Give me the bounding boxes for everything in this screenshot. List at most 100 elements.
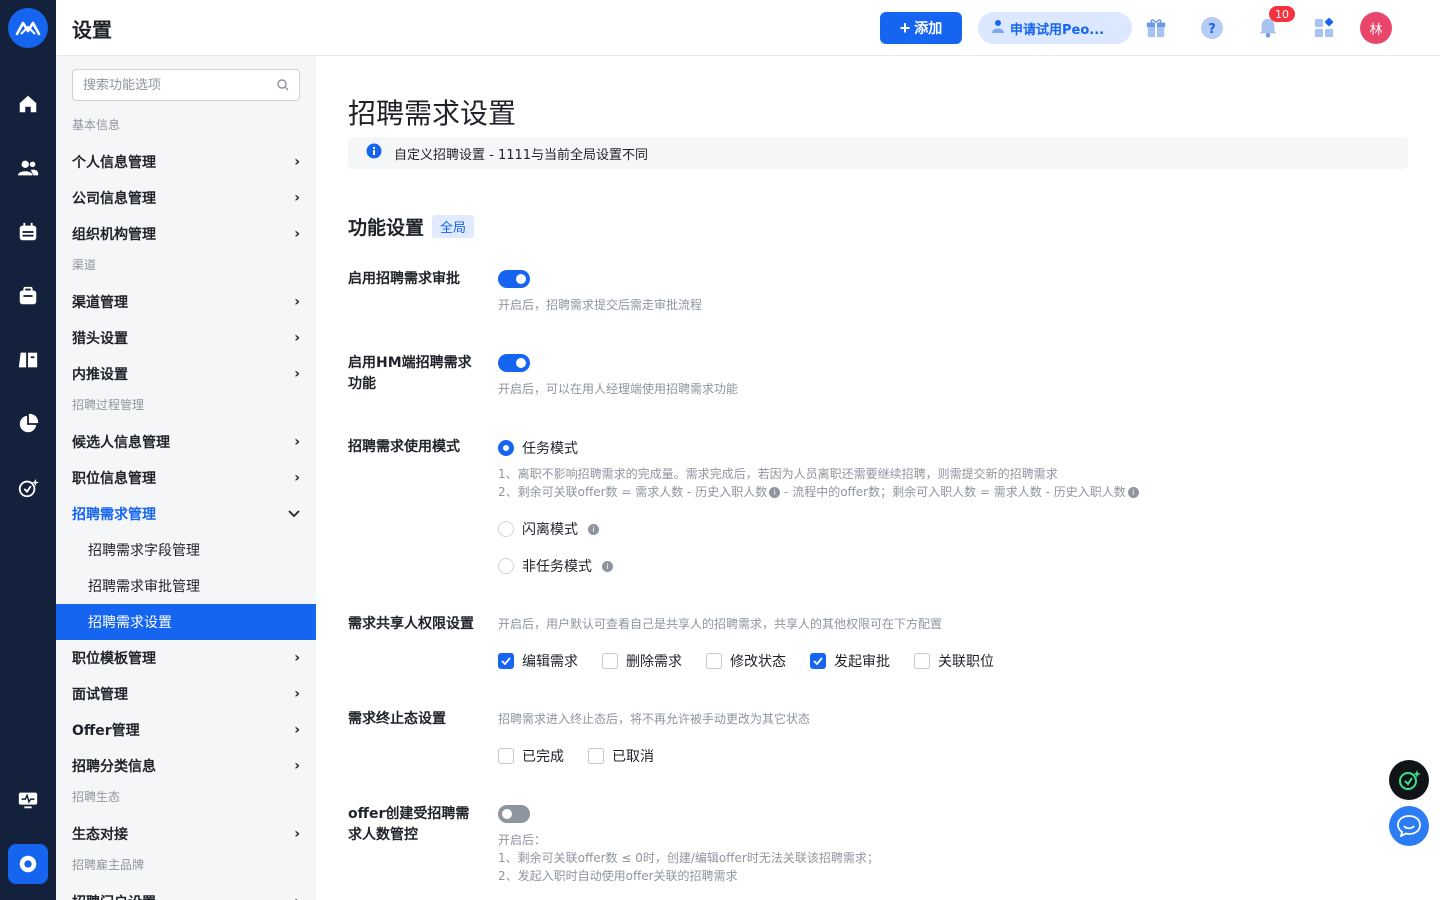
mode-desc-2b: - 流程中的offer数；剩余可入职人数 = 需求人数 - 历史入职人数 <box>784 485 1126 499</box>
nav-item-requisition[interactable]: 招聘需求管理 <box>56 496 316 532</box>
ai-assistant-fab[interactable] <box>1389 760 1429 800</box>
hm-switch-track <box>498 354 530 372</box>
notification-badge: 10 <box>1269 6 1295 22</box>
nav-sub-requisition-approval[interactable]: 招聘需求审批管理 <box>56 568 316 604</box>
offer-hint-2: 2、发起入职时自动使用offer关联的招聘需求 <box>498 869 738 883</box>
info-small-icon[interactable]: i <box>769 487 781 498</box>
chevron-right-icon: › <box>294 190 300 206</box>
checkbox-unchecked[interactable] <box>498 748 514 764</box>
checkbox-unchecked[interactable] <box>588 748 604 764</box>
gift-icon[interactable] <box>1144 16 1168 40</box>
nav-item-personal-info[interactable]: 个人信息管理 › <box>56 144 316 180</box>
nav-item-org-structure[interactable]: 组织机构管理 › <box>56 216 316 252</box>
settings-nav-icon[interactable] <box>8 844 48 884</box>
trial-button[interactable]: 申请试用Peo... <box>978 12 1132 44</box>
terminal-option-completed[interactable]: 已完成 <box>498 746 564 766</box>
nav-item-job-template[interactable]: 职位模板管理 › <box>56 640 316 676</box>
nav-item-candidate-info[interactable]: 候选人信息管理 › <box>56 424 316 460</box>
share-hint: 开启后，用户默认可查看自己是共享人的招聘需求，共享人的其他权限可在下方配置 <box>498 617 943 631</box>
hm-hint: 开启后，可以在用人经理端使用招聘需求功能 <box>498 382 739 396</box>
notice-text: 自定义招聘设置 - 1111与当前全局设置不同 <box>394 147 649 163</box>
chevron-right-icon: › <box>294 758 300 774</box>
share-option-delete[interactable]: 删除需求 <box>602 651 682 671</box>
offer-switch[interactable] <box>498 805 530 823</box>
nav-item-label: 面试管理 <box>72 687 128 703</box>
nav-item-company-info[interactable]: 公司信息管理 › <box>56 180 316 216</box>
home-icon[interactable] <box>16 92 40 116</box>
nav-sub-requisition-fields[interactable]: 招聘需求字段管理 <box>56 532 316 568</box>
info-small-icon[interactable]: i <box>602 560 613 572</box>
ai-assistant-icon[interactable] <box>16 476 40 500</box>
chat-support-fab[interactable] <box>1389 806 1429 846</box>
page-title: 招聘需求设置 <box>348 97 517 130</box>
chevron-right-icon: › <box>294 722 300 738</box>
help-icon[interactable]: ? <box>1200 16 1224 40</box>
nav-item-label: 候选人信息管理 <box>72 435 170 451</box>
section-title: 功能设置 全局 <box>348 213 475 240</box>
terminal-option-cancelled[interactable]: 已取消 <box>588 746 654 766</box>
section-title-text: 功能设置 <box>348 217 425 239</box>
nav-item-offer[interactable]: Offer管理 › <box>56 712 316 748</box>
nav-item-ecosystem[interactable]: 生态对接 › <box>56 816 316 852</box>
nav-item-job-info[interactable]: 职位信息管理 › <box>56 460 316 496</box>
checkbox-unchecked[interactable] <box>914 653 930 669</box>
nav-item-label: 职位信息管理 <box>72 471 156 487</box>
add-button[interactable]: + 添加 <box>880 12 962 44</box>
nav-item-classification[interactable]: 招聘分类信息 › <box>56 748 316 784</box>
add-button-label: 添加 <box>914 20 943 36</box>
radio-unselected[interactable] <box>498 558 514 574</box>
share-option-approval[interactable]: 发起审批 <box>810 651 890 671</box>
nav-item-channel[interactable]: 渠道管理 › <box>56 284 316 320</box>
option-label: 非任务模式 <box>522 559 592 575</box>
monitor-icon[interactable] <box>16 788 40 812</box>
nav-item-referral[interactable]: 内推设置 › <box>56 356 316 392</box>
info-icon <box>366 143 382 163</box>
mode-option-flash[interactable]: 闪离模式 i <box>498 519 599 539</box>
offer-label: offer创建受招聘需求人数管控 <box>348 806 470 843</box>
share-option-status[interactable]: 修改状态 <box>706 651 786 671</box>
approval-switch[interactable] <box>498 270 530 288</box>
pie-chart-icon[interactable] <box>16 412 40 436</box>
settings-nav: 基本信息 个人信息管理 › 公司信息管理 › 组织机构管理 › 渠道 渠道管理 › 猎头… <box>56 112 316 900</box>
radio-selected[interactable] <box>498 440 514 456</box>
nav-section-title: 招聘生态 <box>72 790 121 804</box>
chevron-right-icon: › <box>294 470 300 486</box>
info-small-icon[interactable]: i <box>1127 487 1139 498</box>
users-icon[interactable] <box>16 156 40 180</box>
checkbox-unchecked[interactable] <box>602 653 618 669</box>
nav-item-label: 招聘分类信息 <box>72 759 156 775</box>
search-icon[interactable] <box>277 76 289 95</box>
app-logo[interactable] <box>8 8 48 48</box>
terminal-label: 需求终止态设置 <box>348 711 446 727</box>
radio-unselected[interactable] <box>498 521 514 537</box>
avatar[interactable]: 林 <box>1360 12 1392 44</box>
chevron-right-icon: › <box>294 154 300 170</box>
chevron-right-icon: › <box>294 434 300 450</box>
chevron-right-icon: › <box>294 826 300 842</box>
briefcase-icon[interactable] <box>16 284 40 308</box>
calendar-icon[interactable] <box>16 220 40 244</box>
option-label: 已完成 <box>522 749 564 765</box>
hm-switch[interactable] <box>498 354 530 372</box>
search-input[interactable] <box>83 77 263 93</box>
chevron-right-icon: › <box>294 294 300 310</box>
book-icon[interactable] <box>16 348 40 372</box>
top-bar: 设置 + 添加 申请试用Peo... ? 10 林 <box>56 0 1440 56</box>
mode-desc-1: 1、离职不影响招聘需求的完成量。需求完成后，若因为人员离职还需要继续招聘，则需提… <box>498 467 1058 481</box>
chevron-right-icon: › <box>294 330 300 346</box>
nav-item-label: 招聘门户设置 <box>72 892 156 900</box>
nav-section-title: 基本信息 <box>72 118 121 132</box>
nav-sub-requisition-settings[interactable]: 招聘需求设置 <box>56 604 316 640</box>
apps-grid-icon[interactable] <box>1312 16 1336 40</box>
checkbox-checked[interactable] <box>810 653 826 669</box>
mode-option-nontask[interactable]: 非任务模式 i <box>498 556 613 576</box>
nav-item-interview[interactable]: 面试管理 › <box>56 676 316 712</box>
nav-item-career-portal[interactable]: 招聘门户设置 › <box>56 884 316 900</box>
share-option-edit[interactable]: 编辑需求 <box>498 651 578 671</box>
nav-item-headhunter[interactable]: 猎头设置 › <box>56 320 316 356</box>
checkbox-checked[interactable] <box>498 653 514 669</box>
checkbox-unchecked[interactable] <box>706 653 722 669</box>
share-option-link-job[interactable]: 关联职位 <box>914 651 994 671</box>
info-small-icon[interactable]: i <box>588 523 599 535</box>
mode-option-task[interactable]: 任务模式 <box>498 438 578 458</box>
